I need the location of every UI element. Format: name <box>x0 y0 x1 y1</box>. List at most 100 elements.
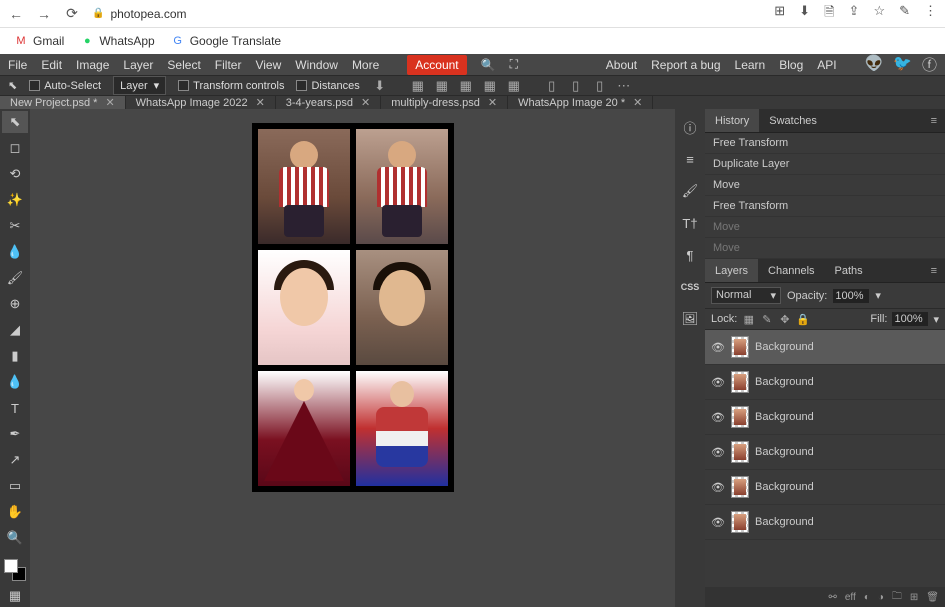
menu-item[interactable]: Layer <box>123 58 153 72</box>
visibility-icon[interactable]: 👁 <box>711 341 725 354</box>
menu-icon[interactable]: ⋮ <box>924 3 937 25</box>
close-icon[interactable]: ✕ <box>256 96 265 109</box>
menu-item[interactable]: Window <box>295 58 338 72</box>
reload-button[interactable]: ⟳ <box>64 6 80 22</box>
align-center-icon[interactable]: ▦ <box>434 79 450 93</box>
wand-tool[interactable]: ✨ <box>2 189 28 211</box>
move-tool[interactable]: ⬉ <box>2 111 28 133</box>
tab-swatches[interactable]: Swatches <box>759 109 827 132</box>
reddit-icon[interactable]: 👽 <box>865 54 884 75</box>
pen-tool[interactable]: ✒ <box>2 423 28 445</box>
paragraph-icon[interactable]: ≡ <box>678 147 702 171</box>
opacity-input[interactable] <box>833 289 869 303</box>
hand-tool[interactable]: ✋ <box>2 501 28 523</box>
crop-tool[interactable]: ✂ <box>2 215 28 237</box>
path-tool[interactable]: ↗ <box>2 449 28 471</box>
layer-row[interactable]: 👁Background <box>705 435 945 470</box>
document-tab[interactable]: 3-4-years.psd✕ <box>276 96 381 109</box>
document-tab[interactable]: multiply-dress.psd✕ <box>381 96 508 109</box>
delete-icon[interactable]: 🗑 <box>926 592 939 603</box>
marquee-tool[interactable]: ◻ <box>2 137 28 159</box>
address-bar[interactable]: 🔒 photopea.com <box>92 7 187 21</box>
close-icon[interactable]: ✕ <box>105 96 114 109</box>
fullscreen-icon[interactable]: ⛶ <box>510 57 518 72</box>
history-item[interactable]: Duplicate Layer <box>705 154 945 175</box>
panel-menu-icon[interactable]: ≡ <box>923 265 945 277</box>
chevron-down-icon[interactable]: ▾ <box>933 313 939 326</box>
distribute-h-icon[interactable]: ▯ <box>544 79 560 93</box>
blur-tool[interactable]: 💧 <box>2 371 28 393</box>
lock-brush-icon[interactable]: ✎ <box>760 313 773 326</box>
zoom-tool[interactable]: 🔍 <box>2 527 28 549</box>
lock-all-icon[interactable]: 🔒 <box>796 313 809 326</box>
target-dropdown[interactable]: Layer▾ <box>113 76 166 95</box>
menu-link[interactable]: Report a bug <box>651 58 720 72</box>
folder-icon[interactable]: 🗀 <box>892 589 902 606</box>
document-tab[interactable]: WhatsApp Image 20 *✕ <box>508 96 653 109</box>
lasso-tool[interactable]: ⟲ <box>2 163 28 185</box>
shape-tool[interactable]: ▭ <box>2 475 28 497</box>
star-icon[interactable]: ☆ <box>873 3 885 25</box>
menu-item[interactable]: Filter <box>215 58 242 72</box>
menu-item[interactable]: Image <box>76 58 109 72</box>
clone-tool[interactable]: ⊕ <box>2 293 28 315</box>
glyph-icon[interactable]: ¶ <box>678 243 702 267</box>
extension-icon[interactable]: ✎ <box>899 3 910 25</box>
menu-item[interactable]: More <box>352 58 379 72</box>
forward-button[interactable]: → <box>36 6 52 22</box>
close-icon[interactable]: ✕ <box>633 96 642 109</box>
visibility-icon[interactable]: 👁 <box>711 516 725 529</box>
back-button[interactable]: ← <box>8 6 24 22</box>
account-button[interactable]: Account <box>407 55 466 75</box>
visibility-icon[interactable]: 👁 <box>711 376 725 389</box>
info-icon[interactable]: ⓘ <box>678 115 702 139</box>
tab-layers[interactable]: Layers <box>705 259 758 282</box>
image-icon[interactable]: 🖼 <box>678 307 702 331</box>
gradient-tool[interactable]: ▮ <box>2 345 28 367</box>
menu-item[interactable]: Edit <box>41 58 62 72</box>
download-icon[interactable]: ⬇ <box>799 3 810 25</box>
visibility-icon[interactable]: 👁 <box>711 481 725 494</box>
chevron-down-icon[interactable]: ▾ <box>875 289 881 302</box>
visibility-icon[interactable]: 👁 <box>711 411 725 424</box>
bookmark-item[interactable]: GGoogle Translate <box>171 34 281 48</box>
lock-pixels-icon[interactable]: ▦ <box>742 313 755 326</box>
history-item[interactable]: Free Transform <box>705 133 945 154</box>
transform-controls-checkbox[interactable]: Transform controls <box>178 80 284 92</box>
search-icon[interactable]: 🔍 <box>481 58 496 72</box>
adjustment-icon[interactable]: ◑ <box>878 592 884 603</box>
auto-select-checkbox[interactable]: Auto-Select <box>29 80 101 92</box>
bookmark-item[interactable]: MGmail <box>14 34 64 48</box>
eraser-tool[interactable]: ◢ <box>2 319 28 341</box>
document-tab[interactable]: New Project.psd *✕ <box>0 96 126 109</box>
new-layer-icon[interactable]: ⊞ <box>910 592 918 603</box>
distances-checkbox[interactable]: Distances <box>296 80 359 92</box>
tab-channels[interactable]: Channels <box>758 259 824 282</box>
layer-row[interactable]: 👁Background <box>705 330 945 365</box>
history-item[interactable]: Move <box>705 175 945 196</box>
download-icon[interactable]: ⬇ <box>372 79 388 93</box>
menu-link[interactable]: About <box>606 58 637 72</box>
history-item[interactable]: Move <box>705 238 945 259</box>
visibility-icon[interactable]: 👁 <box>711 446 725 459</box>
align-top-icon[interactable]: ▦ <box>482 79 498 93</box>
brush-settings-icon[interactable]: 🖌 <box>678 179 702 203</box>
tab-history[interactable]: History <box>705 109 759 132</box>
panel-menu-icon[interactable]: ≡ <box>923 115 945 127</box>
doc-icon[interactable]: 🗎 <box>824 3 834 25</box>
mask-icon[interactable]: ◐ <box>864 592 870 603</box>
layer-row[interactable]: 👁Background <box>705 505 945 540</box>
menu-link[interactable]: API <box>817 58 836 72</box>
install-icon[interactable]: ⊞ <box>774 3 785 25</box>
quickmask-tool[interactable]: ▦ <box>2 585 28 607</box>
blend-mode-dropdown[interactable]: Normal▾ <box>711 287 781 304</box>
menu-item[interactable]: Select <box>167 58 200 72</box>
distribute-icon[interactable]: ▯ <box>592 79 608 93</box>
brush-tool[interactable]: 🖌 <box>2 267 28 289</box>
close-icon[interactable]: ✕ <box>488 96 497 109</box>
lock-position-icon[interactable]: ✥ <box>778 313 791 326</box>
layer-row[interactable]: 👁Background <box>705 365 945 400</box>
align-right-icon[interactable]: ▦ <box>458 79 474 93</box>
color-swatches[interactable] <box>4 559 26 581</box>
link-icon[interactable]: ⚯ <box>828 592 836 603</box>
